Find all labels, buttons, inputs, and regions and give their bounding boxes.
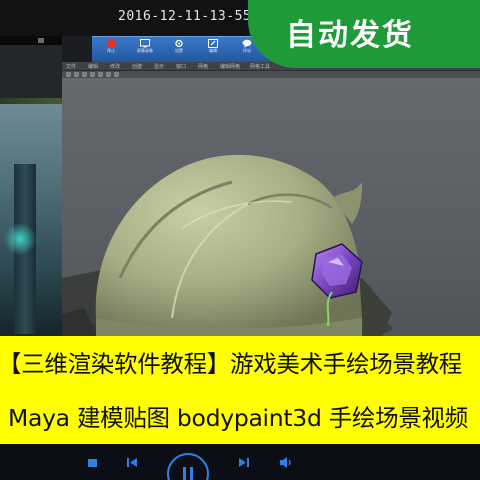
toolbar-button-label: 编辑 <box>209 48 217 53</box>
promo-subtitle: Maya 建模贴图 bodypaint3d 手绘场景视频 <box>8 404 468 432</box>
stop-record-button[interactable]: 停止 <box>96 39 126 61</box>
maya-menu-item[interactable]: 网格工具 <box>250 63 270 70</box>
shelf-tool-icon[interactable] <box>114 72 119 77</box>
edit-button[interactable]: 编辑 <box>198 39 228 61</box>
auto-delivery-badge: 自动发货 <box>248 0 480 68</box>
badge-text: 自动发货 <box>286 18 414 53</box>
toolbar-button-label: 设置 <box>175 48 183 53</box>
shelf-tool-icon[interactable] <box>90 72 95 77</box>
stop-icon <box>107 39 115 48</box>
promo-title: 【三维渲染软件教程】游戏美术手绘场景教程 <box>0 350 462 378</box>
next-icon[interactable] <box>236 454 252 470</box>
stop-icon[interactable] <box>84 454 100 470</box>
maya-menu-item[interactable]: 修改 <box>110 63 120 70</box>
dot-icon <box>38 38 44 43</box>
maya-shelf <box>62 71 480 78</box>
pause-icon <box>182 467 194 480</box>
shelf-tool-icon[interactable] <box>74 72 79 77</box>
helmet-model <box>58 154 392 344</box>
toolbar-button-label: 停止 <box>107 48 115 53</box>
maya-window: 文件 编辑 修改 创建 显示 窗口 网格 编辑网格 网格工具 <box>58 62 480 344</box>
settings-button[interactable]: 设置 <box>164 39 194 61</box>
maya-menu-item[interactable]: 文件 <box>66 63 76 70</box>
maya-menu-item[interactable]: 创建 <box>132 63 142 70</box>
reference-image-panel <box>0 104 62 336</box>
settings-icon <box>175 39 183 48</box>
toolbar-button-label: 屏幕录像 <box>137 48 153 53</box>
maya-menu-item[interactable]: 窗口 <box>176 63 186 70</box>
maya-menu-item[interactable]: 网格 <box>198 63 208 70</box>
edit-icon <box>208 39 218 48</box>
shelf-tool-icon[interactable] <box>98 72 103 77</box>
maya-menu-item[interactable]: 编辑 <box>88 63 98 70</box>
player-controls <box>0 444 480 480</box>
reference-glow <box>2 224 38 254</box>
maya-menu-item[interactable]: 显示 <box>154 63 164 70</box>
screenshot-root: 2016-12-11-13-55-34.w 文件 编辑 修改 创建 显示 窗口 … <box>0 0 480 480</box>
shelf-tool-icon[interactable] <box>82 72 87 77</box>
shelf-tool-icon[interactable] <box>106 72 111 77</box>
screen-icon <box>140 39 150 48</box>
chat-icon <box>242 39 252 48</box>
maya-menu-item[interactable]: 编辑网格 <box>220 63 240 70</box>
previous-icon[interactable] <box>124 454 140 470</box>
left-edge-top-bar <box>0 36 62 45</box>
screen-record-button[interactable]: 屏幕录像 <box>130 39 160 61</box>
maya-viewport[interactable] <box>58 78 480 344</box>
shelf-tool-icon[interactable] <box>66 72 71 77</box>
promo-banner: 【三维渲染软件教程】游戏美术手绘场景教程 Maya 建模贴图 bodypaint… <box>0 336 480 444</box>
volume-icon[interactable] <box>278 454 294 470</box>
